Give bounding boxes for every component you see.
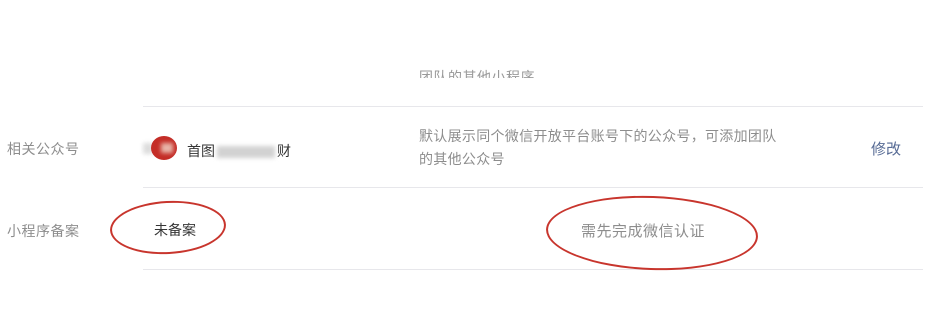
related-accounts-label: 相关公众号 [7,142,80,158]
account-name-start: 首图 [187,144,215,160]
row-divider [143,269,923,270]
account-name: 首图 财 [187,141,291,161]
previous-row-description: 团队的其他小程序 [419,70,535,78]
account-name-mask [217,146,275,158]
account-avatar [151,136,177,160]
row-divider [143,187,923,188]
row-divider [143,106,923,107]
modify-link[interactable]: 修改 [871,138,901,159]
annotation-ellipse-status [108,198,228,257]
account-name-end: 财 [277,144,291,160]
related-accounts-description: 默认展示同个微信开放平台账号下的公众号，可添加团队的其他公众号 [419,129,777,168]
annotation-ellipse-requirement [544,192,760,274]
miniprogram-filing-label: 小程序备案 [7,224,80,240]
